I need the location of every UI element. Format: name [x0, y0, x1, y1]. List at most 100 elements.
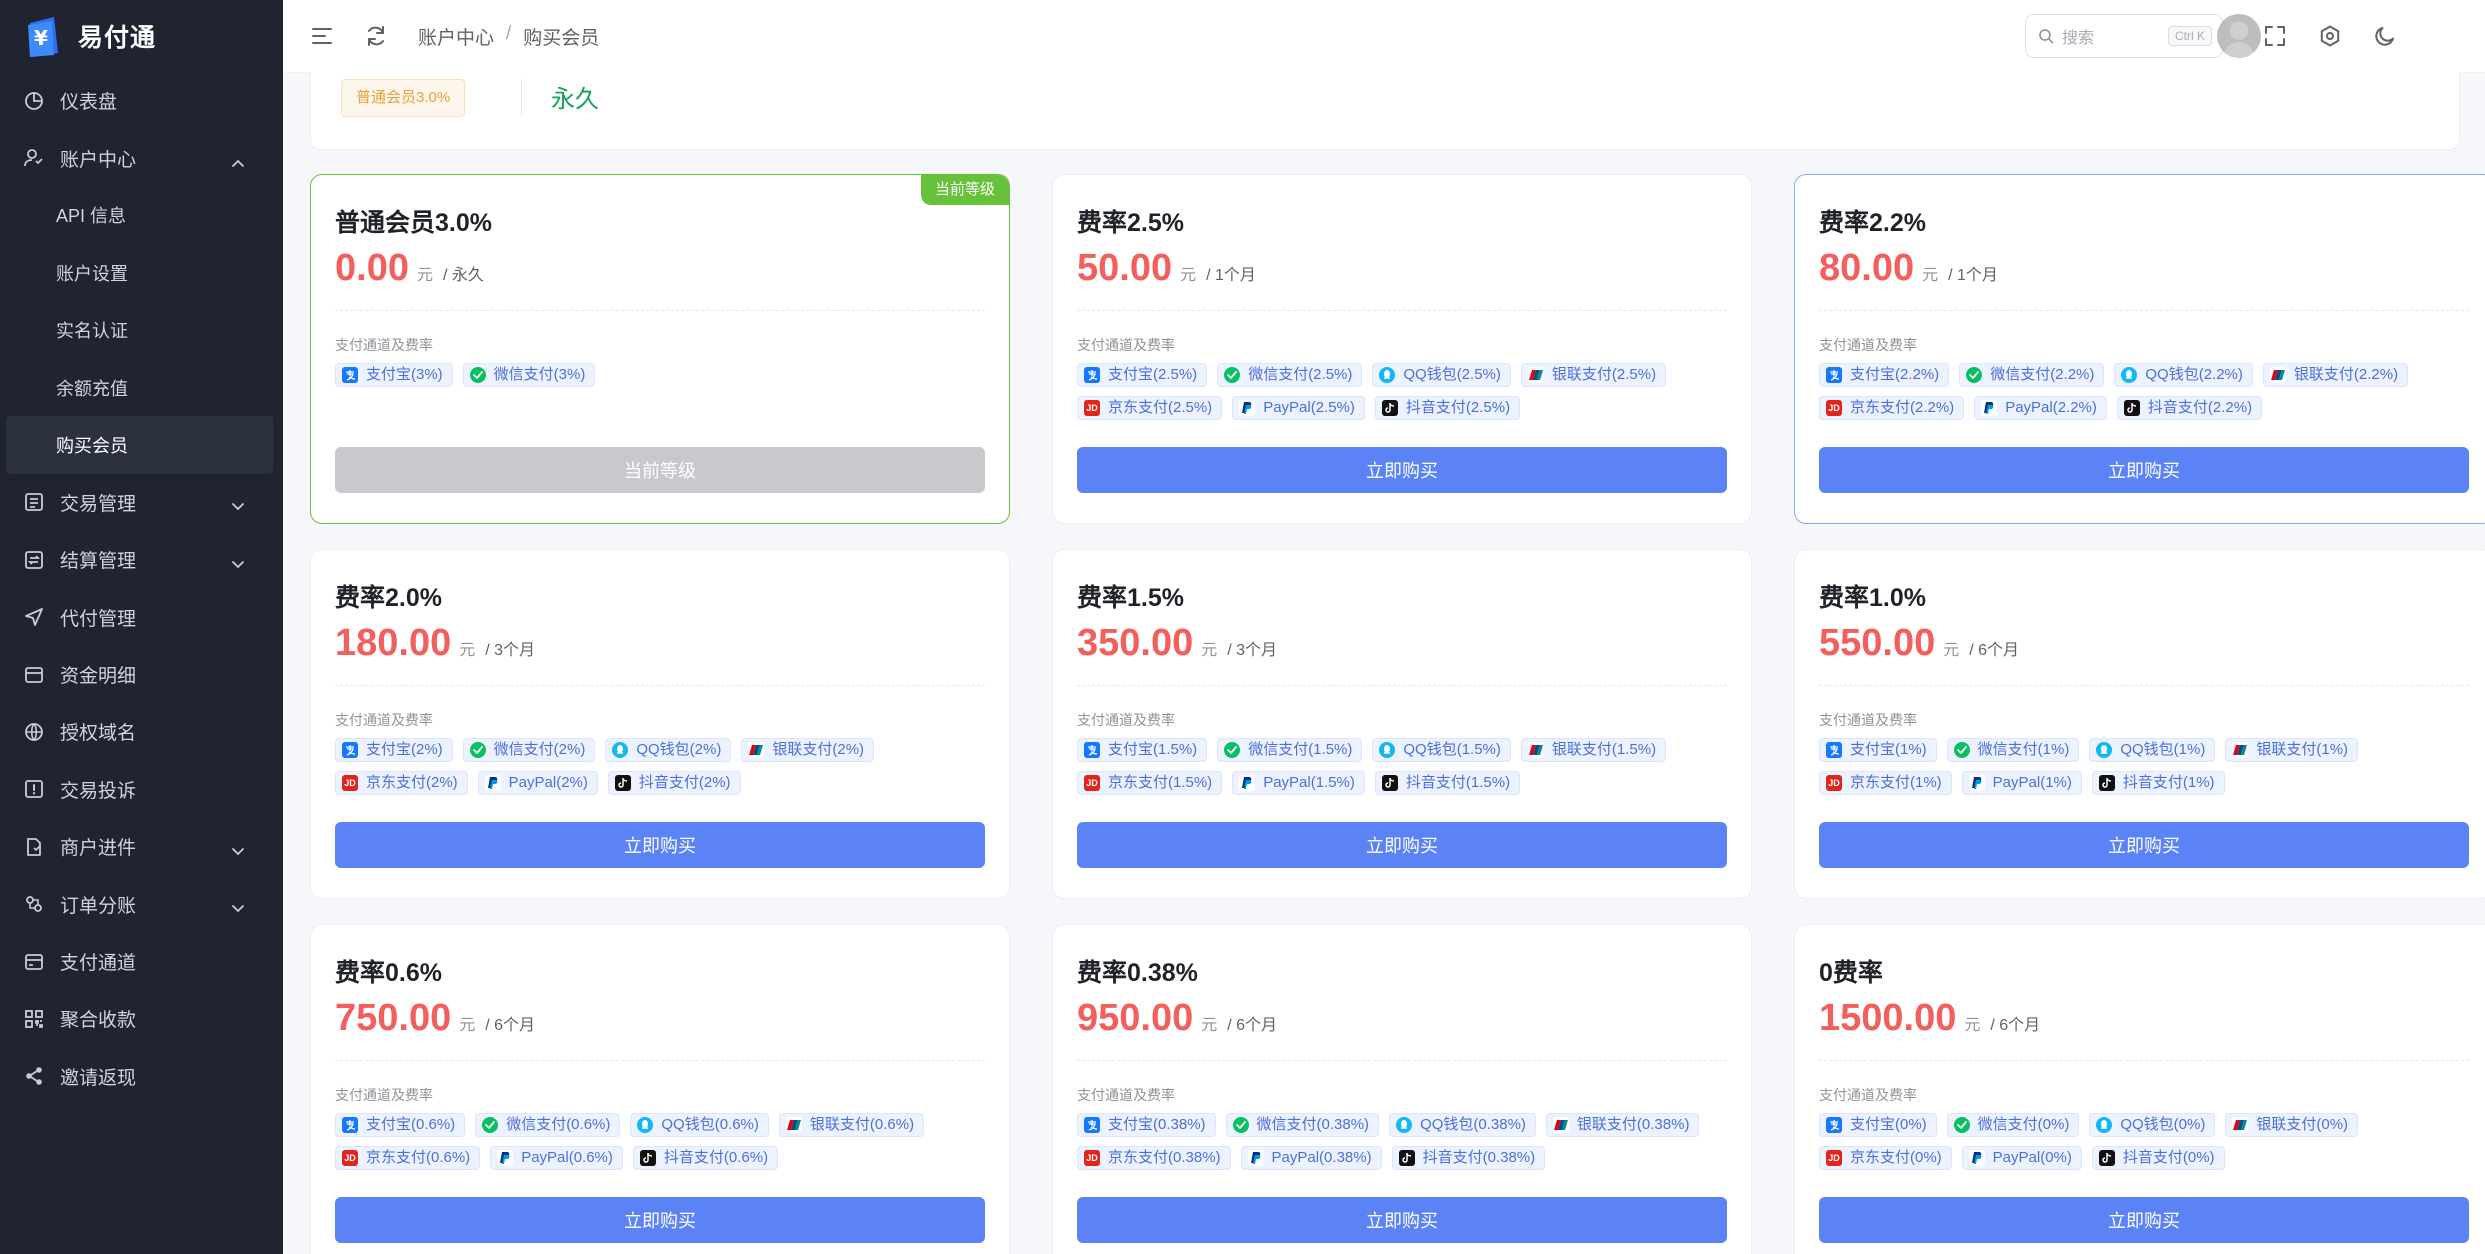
- sidebar-item-11[interactable]: 聚合收款: [0, 990, 283, 1047]
- sidebar-item-8[interactable]: 商户进件: [0, 818, 283, 875]
- sidebar-item-5[interactable]: 资金明细: [0, 646, 283, 703]
- douyin-icon: [614, 775, 631, 791]
- channel-rate: 支付宝(1.5%): [1108, 741, 1198, 758]
- sidebar-item-7[interactable]: 交易投诉: [0, 761, 283, 818]
- price-unit: 元: [1943, 642, 1960, 659]
- sidebar-item-3[interactable]: 结算管理: [0, 531, 283, 588]
- channel-rate: 京东支付(1%): [1850, 774, 1942, 791]
- plan-card: 费率2.5% 50.00 元 / 1个月 支付通道及费率 支付宝(2.5%) 微信支付(2.…: [1052, 174, 1752, 524]
- divider: [521, 79, 522, 115]
- price-unit: 元: [459, 1017, 476, 1034]
- plan-title: 费率0.38%: [1077, 959, 1198, 987]
- sidebar-item-6[interactable]: 授权域名: [0, 703, 283, 760]
- settings-icon[interactable]: [2318, 24, 2342, 48]
- channel-rate: 支付宝(0.38%): [1108, 1116, 1206, 1133]
- channel-label: 支付通道及费率: [1077, 712, 1175, 728]
- buy-now-button[interactable]: 立即购买: [1077, 1197, 1727, 1243]
- qq-wallet-icon: [2121, 367, 2138, 383]
- sidebar-subitem-3[interactable]: 余额充值: [0, 359, 283, 416]
- channel-rate: 京东支付(0%): [1850, 1149, 1942, 1166]
- sidebar-item-4[interactable]: 代付管理: [0, 589, 283, 646]
- user-icon: [22, 146, 46, 170]
- wechat-icon: [1224, 367, 1241, 383]
- channel-rate: PayPal(2.2%): [2005, 399, 2097, 416]
- price-period: / 6个月: [1227, 1017, 1278, 1034]
- channel-rate: 抖音支付(1%): [2122, 774, 2215, 791]
- qr-icon: [22, 1007, 46, 1031]
- douyin-icon: [1381, 400, 1398, 416]
- channel-rate: 京东支付(2.5%): [1108, 399, 1213, 416]
- unionpay-icon: [2232, 742, 2249, 758]
- price-unit: 元: [1201, 1017, 1218, 1034]
- plan-title: 费率2.2%: [1819, 209, 1926, 237]
- sidebar-item-label: 交易管理: [60, 493, 137, 515]
- plan-price: 80.00 元 / 1个月: [1819, 247, 1998, 290]
- price-amount: 750.00: [335, 997, 452, 1039]
- channel-chip: 抖音支付(2.2%): [2116, 396, 2263, 420]
- sidebar-subitem-2[interactable]: 实名认证: [0, 302, 283, 359]
- price-period: / 3个月: [1227, 642, 1278, 659]
- sidebar-item-10[interactable]: 支付通道: [0, 933, 283, 990]
- fullscreen-icon[interactable]: [2263, 24, 2287, 48]
- unionpay-icon: [748, 742, 765, 758]
- sidebar-item-label: 授权域名: [60, 723, 137, 745]
- divider: [1077, 685, 1727, 686]
- unionpay-icon: [2232, 1117, 2249, 1133]
- logo[interactable]: ¥ 易付通: [0, 0, 283, 72]
- douyin-icon: [2098, 1150, 2115, 1166]
- current-plan-card: 普通会员3.0% 永久: [310, 72, 2460, 150]
- current-level-button[interactable]: 当前等级: [335, 447, 985, 493]
- search-input[interactable]: 搜索 Ctrl K: [2025, 14, 2223, 58]
- sidebar-subitem-4[interactable]: 购买会员: [6, 416, 273, 474]
- plan-price: 350.00 元 / 3个月: [1077, 622, 1277, 665]
- breadcrumb-item-account[interactable]: 账户中心: [418, 23, 494, 50]
- refresh-icon[interactable]: [364, 24, 388, 48]
- buy-now-button[interactable]: 立即购买: [1819, 447, 2469, 493]
- chevron-down-icon: [231, 841, 245, 863]
- top-header: 账户中心 / 购买会员 搜索 Ctrl K: [283, 0, 2485, 73]
- channel-label: 支付通道及费率: [335, 337, 433, 353]
- divider: [1819, 685, 2469, 686]
- channel-chip: PayPal(0%): [1961, 1146, 2082, 1170]
- sidebar-item-12[interactable]: 邀请返现: [0, 1048, 283, 1105]
- search-placeholder: 搜索: [2062, 30, 2095, 47]
- buy-now-button[interactable]: 立即购买: [335, 1197, 985, 1243]
- current-level-ribbon: 当前等级: [920, 175, 1009, 205]
- sidebar-item-1[interactable]: 账户中心: [0, 129, 283, 186]
- jd-icon: JD: [1084, 400, 1100, 416]
- buy-now-button[interactable]: 立即购买: [1819, 822, 2469, 868]
- channel-rate: 支付宝(2%): [366, 741, 443, 758]
- sidebar-item-label: 仪表盘: [60, 92, 118, 114]
- wechat-icon: [1966, 367, 1983, 383]
- buy-now-button[interactable]: 立即购买: [335, 822, 985, 868]
- jd-icon: JD: [1826, 400, 1842, 416]
- channel-chip: 支付宝(1.5%): [1077, 738, 1208, 762]
- channel-chip: PayPal(1.5%): [1232, 771, 1365, 795]
- channel-label: 支付通道及费率: [335, 712, 433, 728]
- channel-label: 支付通道及费率: [335, 1087, 433, 1103]
- sidebar-item-2[interactable]: 交易管理: [0, 474, 283, 531]
- sidebar-subitem-0[interactable]: API 信息: [0, 187, 283, 244]
- search-icon: [2039, 29, 2054, 44]
- paypal-icon: [1239, 775, 1256, 791]
- sidebar-item-9[interactable]: 订单分账: [0, 875, 283, 932]
- buy-now-button[interactable]: 立即购买: [1077, 822, 1727, 868]
- sidebar-subitem-1[interactable]: 账户设置: [0, 244, 283, 301]
- sidebar-item-label: 聚合收款: [60, 1010, 137, 1032]
- channel-chip: 支付宝(0.6%): [335, 1113, 466, 1137]
- channel-chip: 抖音支付(2%): [607, 771, 741, 795]
- channel-chip: 微信支付(1%): [1946, 738, 2080, 762]
- alipay-icon: [1084, 367, 1100, 383]
- buy-now-button[interactable]: 立即购买: [1819, 1197, 2469, 1243]
- menu-toggle-icon[interactable]: [310, 24, 334, 48]
- dark-mode-icon[interactable]: [2373, 24, 2397, 48]
- dashboard-icon: [22, 89, 46, 113]
- channel-chip: 抖音支付(1.5%): [1374, 771, 1521, 795]
- channel-chip: 抖音支付(2.5%): [1374, 396, 1521, 420]
- alert-icon: [22, 777, 46, 801]
- sidebar-item-0[interactable]: 仪表盘: [0, 72, 283, 129]
- buy-now-button[interactable]: 立即购买: [1077, 447, 1727, 493]
- price-period: / 1个月: [1206, 267, 1256, 284]
- avatar[interactable]: [2217, 14, 2261, 58]
- channel-list: 支付宝(0.6%) 微信支付(0.6%) QQ钱包(0.6%) 银联支付(0.6%) J…: [335, 1113, 995, 1170]
